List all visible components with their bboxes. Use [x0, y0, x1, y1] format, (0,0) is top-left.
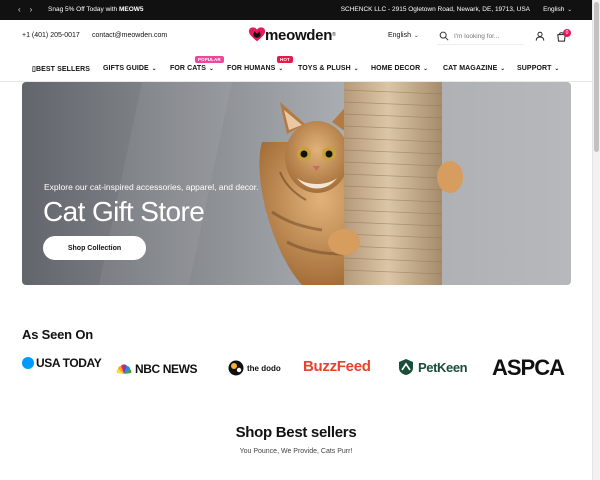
announcement-promo: Snag 5% Off Today with MEOW5 [48, 6, 144, 13]
logo-wordmark: meowden [265, 26, 333, 44]
chevron-down-icon: ⌄ [278, 66, 284, 72]
chevron-left-icon[interactable]: ‹ [18, 5, 21, 15]
nav-item-gifts-guide[interactable]: GIFTS GUIDE ⌄ [103, 65, 157, 72]
topbar-language-selector[interactable]: English ⌄ [543, 6, 572, 13]
dodo-bird-icon [228, 360, 244, 376]
press-logo-text: the dodo [247, 363, 281, 373]
press-logo-aspca: ASPCA [492, 355, 565, 381]
chevron-down-icon: ⌄ [413, 33, 419, 39]
nav-label: HOME DECOR [371, 65, 421, 72]
nav-label: GIFTS GUIDE [103, 65, 149, 72]
main-navigation: ▯BEST SELLERS GIFTS GUIDE ⌄ POPULAR FOR CA… [0, 56, 592, 82]
hero-subtitle: Explore our cat-inspired accessories, ap… [44, 182, 259, 192]
search-icon[interactable] [439, 31, 449, 41]
search-input[interactable] [454, 32, 524, 40]
site-logo[interactable]: meowden ® [248, 26, 336, 44]
promo-code: MEOW5 [118, 6, 144, 13]
search-bar[interactable] [437, 28, 524, 45]
cart-count-badge: 0 [563, 29, 571, 37]
chevron-down-icon: ⌄ [209, 66, 214, 72]
chevron-down-icon: ⌄ [567, 7, 572, 13]
hot-badge: HOT [277, 56, 293, 63]
heart-cat-logo-icon [248, 27, 266, 42]
store-address: SCHENCK LLC - 2915 Ogletown Road, Newark… [340, 6, 530, 13]
press-logo-the-dodo: the dodo [228, 360, 281, 376]
nav-item-for-humans[interactable]: HOT FOR HUMANS ⌄ [227, 56, 293, 72]
header-phone[interactable]: +1 (401) 205-0017 [22, 32, 80, 39]
shop-collection-button[interactable]: Shop Collection [43, 236, 146, 260]
nav-label: FOR CATS [170, 65, 207, 72]
scrollbar-thumb[interactable] [594, 2, 599, 152]
best-sellers-heading: Shop Best sellers [235, 424, 357, 441]
hero-title: Cat Gift Store [43, 196, 205, 227]
nav-item-best-sellers[interactable]: ▯BEST SELLERS [32, 65, 90, 73]
press-logo-buzzfeed: BuzzFeed [303, 358, 371, 375]
chevron-down-icon: ⌄ [423, 66, 428, 72]
press-logo-text: PetKeen [418, 359, 468, 375]
press-logo-nbc-news: NBC NEWS [116, 362, 198, 376]
nav-item-home-decor[interactable]: HOME DECOR ⌄ [371, 65, 428, 72]
account-icon[interactable] [535, 31, 545, 41]
topbar-language-label: English [543, 6, 565, 13]
chevron-down-icon: ⌄ [151, 66, 157, 72]
nav-item-support[interactable]: SUPPORT ⌄ [517, 65, 559, 72]
popular-badge: POPULAR [195, 56, 224, 63]
nav-label: SUPPORT [517, 65, 552, 72]
usa-today-dot-icon [22, 357, 34, 369]
as-seen-on-heading: As Seen On [22, 327, 93, 342]
press-logo-text: NBC NEWS [135, 362, 198, 376]
page-scrollbar[interactable] [592, 0, 600, 480]
best-sellers-subtitle: You Pounce, We Provide, Cats Purr! [239, 448, 353, 455]
announcement-arrows: ‹ › [18, 5, 32, 15]
press-logo-text: USA TODAY [36, 356, 102, 370]
promo-text: Snag 5% Off Today with [48, 6, 119, 13]
logo-registered-mark: ® [332, 32, 336, 38]
header-email[interactable]: contact@meowden.com [92, 32, 167, 39]
chevron-down-icon: ⌄ [554, 66, 560, 72]
petkeen-paw-icon [399, 359, 413, 375]
chevron-down-icon: ⌄ [353, 66, 359, 72]
chevron-right-icon[interactable]: › [30, 5, 33, 15]
nav-item-for-cats[interactable]: POPULAR FOR CATS ⌄ [170, 56, 224, 72]
press-logo-petkeen: PetKeen [397, 358, 468, 376]
nav-label: FOR HUMANS [227, 65, 276, 72]
announcement-bar: ‹ › Snag 5% Off Today with MEOW5 SCHENCK… [0, 0, 592, 20]
press-logo-usa-today: USA TODAY [22, 356, 102, 370]
nav-item-toys-plush[interactable]: TOYS & PLUSH ⌄ [298, 65, 359, 72]
nav-label: BEST SELLERS [35, 66, 91, 73]
chevron-down-icon: ⌄ [500, 66, 506, 72]
nbc-peacock-icon [116, 363, 132, 374]
header-language-selector[interactable]: English ⌄ [388, 32, 419, 39]
press-logo-text: ASPCA [492, 355, 565, 380]
header-language-label: English [388, 32, 411, 39]
nav-item-cat-magazine[interactable]: CAT MAGAZINE ⌄ [443, 65, 505, 72]
nav-label: CAT MAGAZINE [443, 65, 498, 72]
nav-label: TOYS & PLUSH [298, 65, 351, 72]
press-logo-text: BuzzFeed [303, 358, 371, 375]
hero-banner: Explore our cat-inspired accessories, ap… [22, 82, 571, 285]
